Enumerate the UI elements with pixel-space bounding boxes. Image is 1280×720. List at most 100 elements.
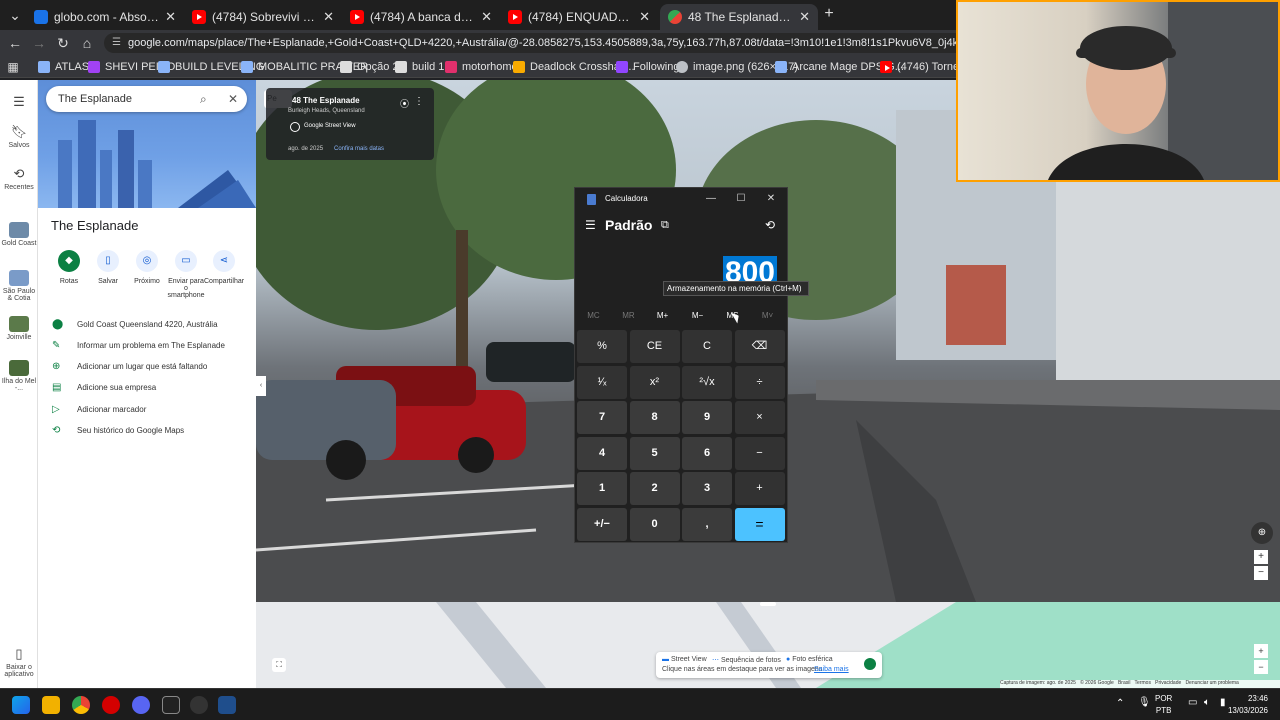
maximize-button[interactable]: ☐ (726, 188, 756, 210)
rail-saved[interactable]: 🔖︎ Salvos (0, 124, 38, 149)
nearby-button[interactable]: ◎ Próximo (127, 250, 167, 285)
chrome-icon[interactable] (72, 696, 90, 714)
file-explorer-icon[interactable] (42, 696, 60, 714)
clear-entry-button[interactable]: CE (629, 330, 680, 363)
close-icon[interactable]: ✕ (639, 9, 650, 25)
menu-icon[interactable]: ☰ (0, 94, 38, 112)
bookmark-item[interactable]: ATLAS (38, 59, 89, 75)
rail-recent[interactable]: ⟲ Recentes (0, 166, 38, 191)
map-zoom-in-button[interactable]: + (1254, 644, 1268, 658)
digit-2-button[interactable]: 2 (629, 472, 680, 505)
tab-youtube-2[interactable]: (4784) A banca de cachorros-que ✕ (342, 4, 500, 30)
close-button[interactable]: ✕ (756, 188, 786, 210)
volume-icon[interactable]: 🔈︎ (1204, 697, 1210, 708)
subtract-button[interactable]: − (734, 436, 785, 470)
close-icon[interactable]: ✕ (323, 9, 334, 25)
digit-9-button[interactable]: 9 (682, 401, 732, 434)
obs-icon[interactable] (190, 696, 208, 714)
more-options-icon[interactable]: ⋮ (414, 96, 424, 107)
chevron-up-icon[interactable]: ⌃ (1116, 698, 1124, 709)
compass-icon[interactable]: ⊕ (1251, 522, 1273, 544)
report-problem-link[interactable]: Denunciar um problema (1185, 680, 1238, 686)
clear-button[interactable]: C (682, 330, 732, 363)
share-button[interactable]: ⋖ Compartilhar (204, 250, 244, 285)
equals-button[interactable]: = (734, 507, 785, 541)
directions-button[interactable]: ◆ Rotas (49, 250, 89, 285)
microphone-icon[interactable]: 🎙︎ (1138, 697, 1151, 708)
close-icon[interactable]: ✕ (799, 9, 810, 25)
negate-button[interactable]: +/− (577, 507, 627, 541)
digit-8-button[interactable]: 8 (629, 401, 680, 434)
address-bar[interactable]: ☰ google.com/maps/place/The+Esplanade,+G… (104, 33, 974, 53)
decimal-button[interactable]: , (682, 507, 732, 541)
app-icon[interactable] (162, 696, 180, 714)
save-button[interactable]: ▯ Salvar (88, 250, 128, 285)
tab-youtube-3[interactable]: (4784) ENQUADROS DE MOTO ✕ (500, 4, 658, 30)
language-indicator[interactable]: POR PTB (1155, 693, 1172, 717)
rail-download-app[interactable]: ▯ Baixar o aplicativo (0, 646, 38, 678)
system-clock[interactable]: 23:46 13/03/2026 (1228, 693, 1268, 717)
mini-map[interactable]: ⛶ ▬ Street View ⋯ Sequência de fotos ● F… (256, 602, 1280, 688)
battery-icon[interactable]: ▮ (1220, 697, 1226, 708)
report-problem-row[interactable]: ✎ Informar um problema em The Esplanade (38, 336, 256, 356)
forward-arrow-icon[interactable]: → (30, 34, 48, 52)
memory-recall-button[interactable]: MR (611, 311, 646, 325)
square-button[interactable]: x² (629, 365, 680, 399)
calculator-taskbar-icon[interactable] (218, 696, 236, 714)
digit-7-button[interactable]: 7 (577, 401, 627, 434)
memory-clear-button[interactable]: MC (576, 311, 611, 325)
reciprocal-button[interactable]: ¹⁄ₓ (577, 365, 627, 399)
search-icon[interactable]: ⌕ (200, 86, 207, 112)
collapse-panel-button[interactable]: ‹ (256, 376, 266, 396)
fullscreen-icon[interactable]: ⛶ (272, 658, 286, 672)
location-pin-icon[interactable]: ⦿ (400, 97, 409, 110)
divide-button[interactable]: ÷ (734, 365, 785, 399)
apps-grid-icon[interactable]: ▦ (4, 58, 22, 76)
network-icon[interactable]: ▭ (1188, 697, 1197, 708)
memory-subtract-button[interactable]: M− (680, 311, 715, 325)
percent-button[interactable]: % (577, 330, 627, 363)
map-zoom-out-button[interactable]: − (1254, 660, 1268, 674)
multiply-button[interactable]: × (734, 401, 785, 434)
memory-list-button[interactable]: M˅ (750, 311, 785, 325)
minimize-button[interactable]: — (696, 188, 726, 210)
digit-6-button[interactable]: 6 (682, 436, 732, 470)
maps-history-row[interactable]: ⟲ Seu histórico do Google Maps (38, 421, 256, 441)
digit-5-button[interactable]: 5 (629, 436, 680, 470)
address-row[interactable]: ⬤ Gold Coast Queensland 4220, Austrália (38, 315, 256, 335)
bookmark-item[interactable]: Opção 2 (340, 59, 399, 75)
more-dates-link[interactable]: Confira mais datas (334, 146, 384, 152)
add-button[interactable]: + (734, 472, 785, 505)
bookmark-item[interactable]: Following (616, 59, 679, 75)
navigation-menu-icon[interactable]: ☰ (585, 218, 596, 232)
learn-more-link[interactable]: Saiba mais (814, 666, 849, 673)
rail-place-gold-coast[interactable]: Gold Coast (0, 222, 38, 247)
rail-place-ilha-do-mel[interactable]: Ilha do Mel -... (0, 360, 38, 392)
close-icon[interactable]: ✕ (228, 86, 238, 112)
toggle-switch[interactable] (864, 658, 876, 670)
tab-google-maps[interactable]: 48 The Esplanade - Google Maps ✕ (660, 4, 818, 30)
back-arrow-icon[interactable]: ← (6, 34, 24, 52)
backspace-button[interactable]: ⌫ (734, 330, 785, 363)
rail-place-sao-paulo[interactable]: São Paulo & Cotia (0, 270, 38, 302)
windows-start-icon[interactable] (12, 696, 30, 714)
opera-icon[interactable] (102, 696, 120, 714)
tab-search-icon[interactable]: ⌄ (6, 6, 24, 24)
history-icon[interactable]: ⟲ (765, 218, 775, 232)
digit-1-button[interactable]: 1 (577, 472, 627, 505)
digit-4-button[interactable]: 4 (577, 436, 627, 470)
terms-link[interactable]: Termos (1135, 680, 1151, 686)
discord-icon[interactable] (132, 696, 150, 714)
rail-place-joinville[interactable]: Joinville (0, 316, 38, 341)
keep-on-top-icon[interactable]: ⧉ (661, 219, 669, 232)
country-link[interactable]: Brasil (1118, 680, 1131, 686)
memory-add-button[interactable]: M+ (645, 311, 680, 325)
close-icon[interactable]: ✕ (165, 9, 176, 25)
zoom-in-button[interactable]: + (1254, 550, 1268, 564)
add-missing-place-row[interactable]: ⊕ Adicionar um lugar que está faltando (38, 357, 256, 377)
add-business-row[interactable]: ▤ Adicione sua empresa (38, 378, 256, 398)
new-tab-button[interactable]: + (820, 5, 838, 23)
drag-handle[interactable] (760, 602, 776, 606)
close-icon[interactable]: ✕ (481, 9, 492, 25)
tab-globo[interactable]: globo.com - Absolutamente tudo ✕ (26, 4, 184, 30)
